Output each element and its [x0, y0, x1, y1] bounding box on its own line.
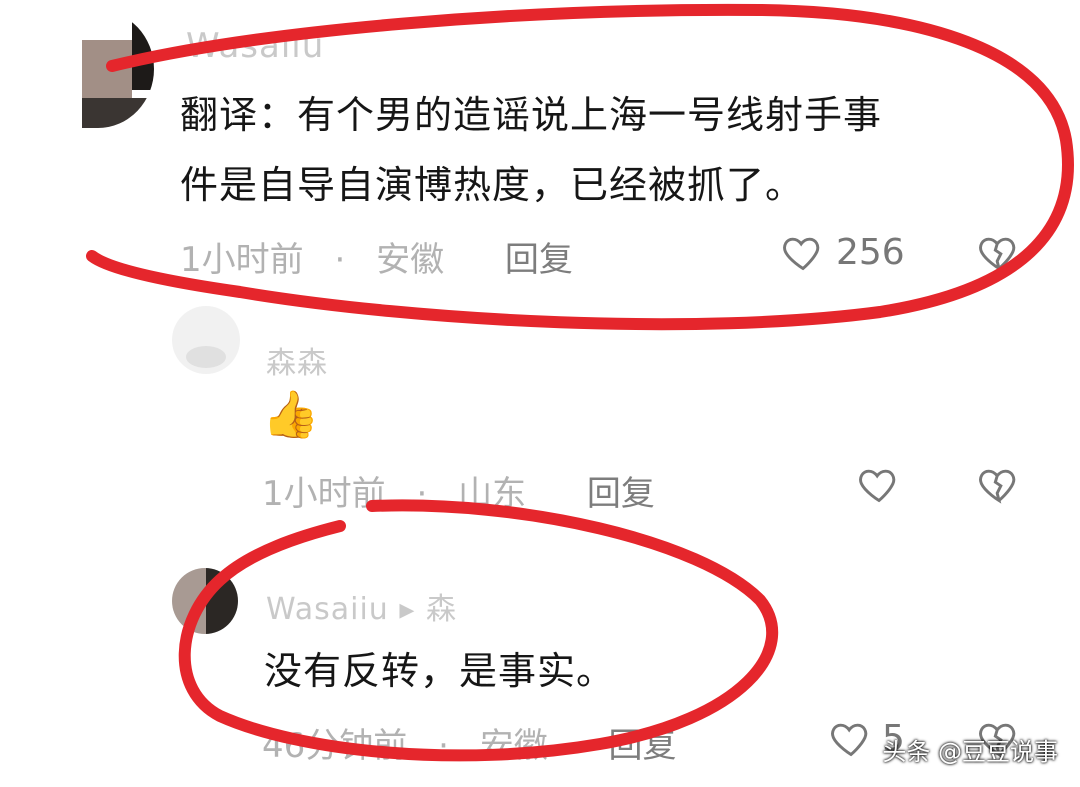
like-count: 256	[836, 231, 905, 273]
avatar[interactable]	[42, 10, 154, 128]
timestamp: 46分钟前	[262, 726, 408, 766]
like-button[interactable]	[856, 462, 902, 506]
meta-separator: ·	[416, 474, 428, 514]
comment-2: 森森 👍 1小时前 · 山东 回复	[0, 300, 1080, 540]
comment-text-line: 翻译：有个男的造谣说上海一号线射手事	[180, 93, 883, 137]
heart-icon	[859, 469, 896, 503]
broken-heart-icon	[979, 237, 1016, 272]
reply-button[interactable]: 回复	[505, 232, 573, 281]
comment-text-line: 件是自导自演博热度，已经被抓了。	[180, 163, 805, 207]
username[interactable]: 森森	[266, 338, 328, 382]
username[interactable]: Wasaiiu	[186, 26, 324, 66]
watermark: 头条 @豆豆说事	[882, 738, 1058, 766]
username[interactable]: Wasaiiu ▸ 森	[266, 584, 457, 628]
avatar[interactable]	[172, 568, 238, 634]
heart-icon	[828, 716, 874, 760]
reply-button[interactable]: 回复	[587, 466, 655, 515]
reply-button[interactable]: 回复	[609, 718, 677, 767]
comment-1: Wasaiiu 翻译：有个男的造谣说上海一号线射手事 件是自导自演博热度，已经被…	[0, 0, 1080, 300]
avatar[interactable]	[172, 306, 240, 374]
meta-separator: ·	[438, 726, 449, 766]
dislike-button[interactable]	[976, 230, 1022, 274]
comment-emoji: 👍	[262, 387, 320, 441]
comment-meta: 46分钟前 · 安徽 回复	[262, 718, 677, 767]
comment-text: 翻译：有个男的造谣说上海一号线射手事 件是自导自演博热度，已经被抓了。	[180, 80, 1040, 220]
comment-meta: 1小时前 · 安徽 回复	[180, 232, 573, 281]
location: 安徽	[376, 240, 445, 280]
meta-separator: ·	[334, 240, 346, 280]
comment-meta: 1小时前 · 山东 回复	[262, 466, 655, 515]
dislike-button[interactable]	[976, 462, 1022, 506]
timestamp: 1小时前	[180, 240, 304, 280]
location: 安徽	[479, 726, 548, 766]
comment-text: 没有反转，是事实。	[264, 649, 616, 693]
heart-icon	[780, 230, 826, 274]
location: 山东	[458, 474, 527, 514]
timestamp: 1小时前	[262, 474, 386, 514]
like-button[interactable]: 256	[780, 230, 905, 274]
broken-heart-icon	[979, 469, 1016, 504]
